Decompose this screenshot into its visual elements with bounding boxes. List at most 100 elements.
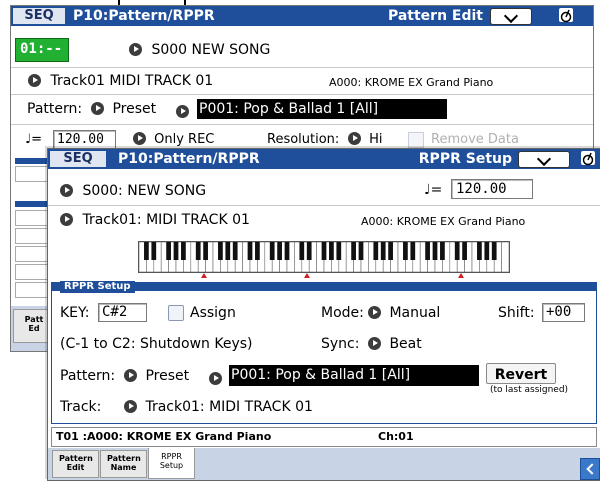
status-channel: Ch:01 — [378, 430, 414, 443]
black-key — [432, 242, 438, 260]
popup-arrow-icon — [124, 369, 137, 382]
sync-select[interactable]: Beat — [368, 336, 422, 352]
black-key — [440, 242, 445, 260]
black-key — [388, 242, 393, 260]
tempo-symbol: ♩= — [424, 182, 443, 198]
black-key — [284, 242, 290, 260]
sync-label: Sync: — [321, 336, 360, 352]
pattern-select-button[interactable] — [209, 368, 222, 387]
pattern-value[interactable]: P001: Pop & Ballad 1 [All] — [229, 365, 479, 386]
pattern-label: Pattern: — [27, 101, 83, 117]
mode-select[interactable]: Manual — [368, 305, 440, 321]
assigned-key-marker — [304, 273, 310, 278]
popup-arrow-icon — [348, 132, 361, 145]
black-key — [351, 242, 356, 260]
black-key — [181, 242, 186, 260]
assign-checkbox[interactable] — [168, 305, 184, 321]
resolution-label: Resolution: — [267, 132, 340, 147]
program-name: A000: KROME EX Grand Piano — [329, 76, 494, 89]
revert-button[interactable]: Revert — [486, 363, 556, 384]
song-select[interactable]: S000 NEW SONG — [129, 42, 270, 58]
popup-arrow-icon — [368, 306, 381, 319]
black-key — [321, 242, 327, 260]
page-menu-button[interactable] — [490, 8, 532, 25]
tab-label: Pattern Name — [107, 454, 141, 472]
black-key — [306, 242, 312, 260]
shift-label: Shift: — [498, 305, 535, 321]
rppr-track-select[interactable]: Track01: MIDI TRACK 01 — [124, 399, 313, 415]
popup-arrow-icon — [91, 102, 104, 115]
black-key — [144, 242, 149, 260]
song-value: S000: NEW SONG — [82, 183, 207, 199]
only-rec-select[interactable]: Only REC — [133, 132, 214, 147]
shift-field[interactable]: +00 — [542, 303, 585, 322]
remove-data-checkbox[interactable] — [408, 132, 424, 148]
black-key — [425, 242, 430, 260]
metronome-icon — [559, 8, 573, 23]
pattern-bank-select[interactable]: Preset — [124, 368, 189, 384]
keyboard[interactable] — [138, 241, 510, 273]
sync-value: Beat — [389, 336, 422, 352]
resolution-select[interactable]: Hi — [348, 132, 383, 147]
tempo-field[interactable]: 120.00 — [451, 179, 533, 199]
divider — [48, 205, 600, 206]
tab-pattern-edit[interactable]: Pattern Edit — [52, 450, 99, 478]
black-key — [218, 242, 223, 260]
tab-rppr-setup[interactable]: RPPR Setup — [148, 448, 195, 479]
popup-arrow-icon — [176, 105, 189, 118]
key-label: KEY: — [60, 305, 90, 321]
black-key — [195, 242, 201, 260]
divider — [11, 67, 593, 68]
black-key — [232, 242, 238, 260]
pattern-label: Pattern: — [60, 368, 116, 384]
pattern-bank-value: Preset — [112, 101, 157, 117]
page-menu-button[interactable] — [518, 151, 570, 168]
rppr-track-value: Track01: MIDI TRACK 01 — [145, 399, 313, 415]
measure-field[interactable]: 01:--- — [15, 38, 69, 73]
measure-value: 01:--- — [20, 41, 63, 73]
black-key — [299, 242, 305, 260]
white-key — [501, 241, 510, 273]
shutdown-keys-note: (C-1 to C2: Shutdown Keys) — [60, 336, 253, 352]
track-value: Track01 MIDI TRACK 01 — [50, 73, 214, 89]
mode-label: SEQ — [50, 151, 106, 167]
divider — [11, 94, 593, 95]
keyboard-keys — [138, 241, 510, 273]
chevron-down-icon — [503, 8, 519, 24]
tempo-field[interactable]: 120.00 — [53, 130, 116, 149]
tab-label: RPPR Setup — [159, 452, 184, 470]
black-key — [269, 242, 275, 260]
pattern-bank-select[interactable]: Preset — [91, 101, 156, 117]
black-key — [166, 242, 171, 260]
scroll-left-button[interactable] — [580, 458, 600, 480]
black-key — [203, 242, 208, 260]
pattern-select-button[interactable] — [176, 101, 189, 120]
black-key — [151, 242, 157, 260]
mode-value: Manual — [389, 305, 441, 321]
resolution-value: Hi — [369, 132, 383, 147]
tab-pattern-name[interactable]: Pattern Name — [100, 450, 147, 478]
pattern-bank-value: Preset — [145, 368, 190, 384]
key-range-marker — [458, 273, 464, 278]
song-value: S000 NEW SONG — [151, 42, 271, 58]
black-key — [380, 242, 386, 260]
black-key — [491, 242, 497, 260]
tab-title: RPPR Setup — [418, 151, 512, 167]
track-select[interactable]: Track01 MIDI TRACK 01 — [28, 73, 213, 89]
popup-arrow-icon — [60, 184, 73, 197]
pattern-value[interactable]: P001: Pop & Ballad 1 [All] — [197, 99, 447, 119]
mode-label: SEQ — [13, 8, 65, 24]
song-select[interactable]: S000: NEW SONG — [60, 183, 206, 199]
assign-label: Assign — [190, 305, 236, 321]
revert-label: Revert — [494, 367, 548, 383]
popup-arrow-icon — [209, 372, 222, 385]
track-select[interactable]: Track01: MIDI TRACK 01 — [60, 212, 250, 228]
key-field[interactable]: C#2 — [98, 303, 147, 322]
page-title: P10:Pattern/RPPR — [73, 8, 215, 24]
popup-arrow-icon — [60, 213, 73, 226]
black-key — [403, 242, 408, 260]
rppr-setup-window: SEQ P10:Pattern/RPPR RPPR Setup S000: NE… — [47, 148, 600, 481]
key-range-marker — [201, 273, 207, 278]
black-key — [454, 242, 460, 260]
program-name: A000: KROME EX Grand Piano — [361, 215, 526, 228]
